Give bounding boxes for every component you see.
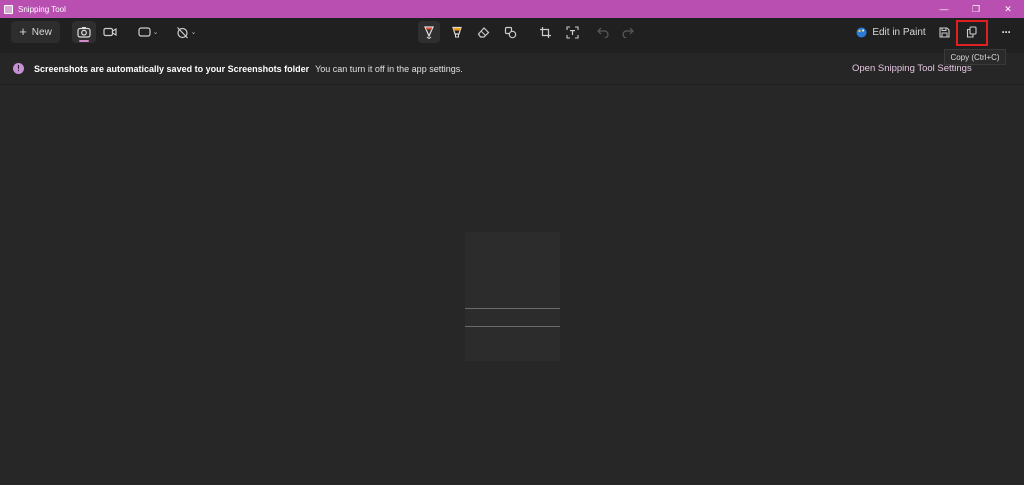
chevron-down-icon: ⌄ xyxy=(152,29,159,36)
edit-in-paint-label: Edit in Paint xyxy=(872,26,926,38)
ballpoint-pen-icon xyxy=(423,25,435,39)
copy-tooltip: Copy (Ctrl+C) xyxy=(944,49,1006,65)
highlighter-icon xyxy=(451,26,463,39)
highlighter-button[interactable] xyxy=(446,21,468,43)
info-icon: ! xyxy=(13,63,24,74)
text-actions-icon xyxy=(565,25,579,39)
shapes-icon xyxy=(504,26,517,39)
new-button-label: New xyxy=(31,26,52,38)
camera-icon xyxy=(77,26,91,38)
close-button[interactable]: ✕ xyxy=(992,0,1024,18)
eraser-button[interactable] xyxy=(472,21,494,43)
banner-title: Screenshots are automatically saved to y… xyxy=(34,63,310,74)
crop-icon xyxy=(539,26,552,39)
minimize-button[interactable]: — xyxy=(928,0,960,18)
screenshot-mode-button[interactable] xyxy=(72,21,96,43)
new-button[interactable]: + New xyxy=(11,21,60,43)
toolbar: + New ⌄ ⌄ Edit in Paint ··· xyxy=(0,18,1024,46)
redo-button[interactable] xyxy=(617,21,639,43)
chevron-down-icon: ⌄ xyxy=(190,29,197,36)
preview-divider xyxy=(465,326,560,327)
restore-button[interactable]: ❐ xyxy=(960,0,992,18)
timer-off-icon xyxy=(176,26,189,39)
text-actions-button[interactable] xyxy=(561,21,583,43)
selected-indicator xyxy=(79,40,89,42)
ballpoint-pen-button[interactable] xyxy=(418,21,440,43)
info-banner: ! Screenshots are automatically saved to… xyxy=(0,53,1024,84)
copy-button-highlight xyxy=(956,20,988,46)
delay-timer-dropdown[interactable]: ⌄ xyxy=(172,21,200,43)
save-button[interactable] xyxy=(934,21,954,43)
video-camera-icon xyxy=(103,27,117,37)
window-title: Snipping Tool xyxy=(18,4,66,14)
edit-in-paint-button[interactable]: Edit in Paint xyxy=(852,21,930,43)
eraser-icon xyxy=(477,26,490,38)
snipping-tool-app-icon xyxy=(4,4,13,14)
crop-button[interactable] xyxy=(534,21,556,43)
video-mode-button[interactable] xyxy=(99,21,121,43)
title-bar: Snipping Tool — ❐ ✕ xyxy=(0,0,1024,18)
paint-icon xyxy=(856,27,867,38)
undo-button[interactable] xyxy=(592,21,614,43)
plus-icon: + xyxy=(19,24,27,39)
window-controls: — ❐ ✕ xyxy=(928,0,1024,18)
captured-screenshot-preview[interactable] xyxy=(465,232,560,361)
snip-mode-dropdown[interactable]: ⌄ xyxy=(134,21,162,43)
more-options-button[interactable]: ··· xyxy=(995,21,1017,43)
shapes-button[interactable] xyxy=(499,21,521,43)
save-icon xyxy=(938,26,950,38)
redo-icon xyxy=(622,27,634,38)
undo-icon xyxy=(597,27,609,38)
rectangle-snip-icon xyxy=(137,26,151,38)
banner-message: You can turn it off in the app settings. xyxy=(315,63,463,74)
preview-divider xyxy=(465,308,560,309)
